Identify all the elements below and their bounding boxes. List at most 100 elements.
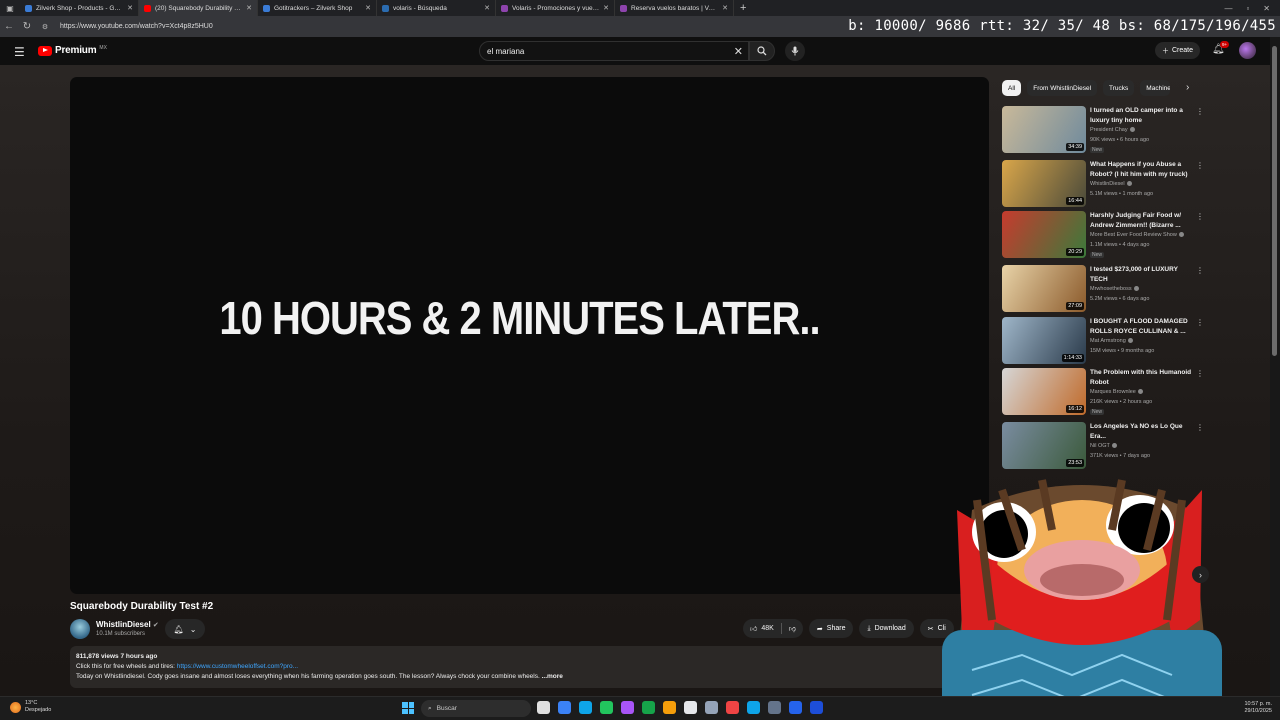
video-thumbnail[interactable]: 27:09	[1002, 265, 1086, 312]
video-frame-text: 10 HOURS & 2 MINUTES LATER..	[219, 293, 820, 344]
pinned-apps	[537, 701, 823, 714]
share-button[interactable]: ➦ Share	[808, 619, 854, 638]
more-options-icon[interactable]: ⋮	[1196, 107, 1204, 116]
pinned-app-icon[interactable]	[684, 701, 697, 714]
close-tab-icon[interactable]: ✕	[365, 4, 371, 12]
url-field[interactable]: https://www.youtube.com/watch?v=Xct4p8z5…	[60, 23, 213, 30]
more-options-icon[interactable]: ⋮	[1196, 369, 1204, 378]
close-tab-icon[interactable]: ✕	[722, 4, 728, 12]
create-button[interactable]: ＋ Create	[1155, 42, 1201, 59]
recommended-video[interactable]: 1:14:33 I BOUGHT A FLOOD DAMAGED ROLLS RO…	[1002, 317, 1204, 365]
pinned-app-icon[interactable]	[558, 701, 571, 714]
menu-icon[interactable]: ☰	[14, 45, 25, 59]
account-avatar[interactable]	[1239, 42, 1256, 59]
system-clock[interactable]: 10:57 p. m. 29/10/2025	[1244, 701, 1272, 715]
download-button[interactable]: ⤓ Download	[859, 619, 914, 638]
subscription-bell-button[interactable]: 🔔︎ ⌄	[165, 619, 205, 639]
pinned-app-icon[interactable]	[747, 701, 760, 714]
pinned-app-icon[interactable]	[789, 701, 802, 714]
more-options-icon[interactable]: ⋮	[1196, 423, 1204, 432]
clear-search-icon[interactable]: ✕	[734, 45, 743, 58]
recommended-video[interactable]: 34:39 I turned an OLD camper into a luxur…	[1002, 106, 1204, 154]
tab-favicon-icon	[382, 4, 389, 12]
minimize-icon[interactable]: —	[1224, 4, 1232, 13]
site-info-icon[interactable]: ⚙	[36, 23, 54, 31]
recommended-meta: 15M views • 9 months ago	[1090, 348, 1155, 354]
pinned-app-icon[interactable]	[768, 701, 781, 714]
video-thumbnail[interactable]: 23:53	[1002, 422, 1086, 469]
recommended-title[interactable]: What Happens if you Abuse a Robot? (I hi…	[1090, 160, 1196, 180]
recommended-title[interactable]: I BOUGHT A FLOOD DAMAGED ROLLS ROYCE CUL…	[1090, 317, 1196, 337]
more-options-icon[interactable]: ⋮	[1196, 266, 1204, 275]
tab-actions-icon[interactable]: ▣	[0, 4, 20, 13]
more-options-icon[interactable]: ⋮	[1196, 212, 1204, 221]
pinned-app-icon[interactable]	[726, 701, 739, 714]
browser-tab[interactable]: Reserva vuelos baratos | Volaris ✕	[615, 0, 734, 16]
video-thumbnail[interactable]: 16:44	[1002, 160, 1086, 207]
pinned-app-icon[interactable]	[705, 701, 718, 714]
close-tab-icon[interactable]: ✕	[246, 4, 252, 12]
scrollbar-thumb[interactable]	[1272, 46, 1277, 356]
channel-label: President Chay	[1090, 127, 1128, 133]
recommended-video[interactable]: 20:29 Harshly Judging Fair Food w/ Andrew…	[1002, 211, 1204, 259]
more-options-icon[interactable]: ⋮	[1196, 161, 1204, 170]
voice-search-button[interactable]	[785, 41, 805, 61]
channel-avatar[interactable]	[70, 619, 90, 639]
recommended-video[interactable]: 23:53 Los Angeles Ya NO es Lo Que Era... N…	[1002, 422, 1204, 470]
video-thumbnail[interactable]: 16:12	[1002, 368, 1086, 415]
browser-tab[interactable]: Gotitrackers – Zilverk Shop ✕	[258, 0, 377, 16]
video-description[interactable]: 811,878 views 7 hours ago Click this for…	[70, 646, 950, 688]
pinned-app-icon[interactable]	[537, 701, 550, 714]
filter-chip[interactable]: From WhistlinDiesel	[1027, 80, 1098, 96]
recommended-video[interactable]: 16:44 What Happens if you Abuse a Robot? …	[1002, 160, 1204, 208]
channel-name[interactable]: WhistlinDiesel ✔	[96, 620, 159, 629]
sponsor-link[interactable]: https://www.customwheeloffset.com?pro...	[177, 663, 298, 670]
filter-chip[interactable]: Trucks	[1103, 80, 1135, 96]
like-button[interactable]: 👍︎ 48K	[743, 624, 781, 633]
pinned-app-icon[interactable]	[810, 701, 823, 714]
recommended-title[interactable]: Los Angeles Ya NO es Lo Que Era...	[1090, 422, 1196, 442]
recommended-title[interactable]: I tested $273,000 of LUXURY TECH	[1090, 265, 1196, 285]
more-options-icon[interactable]: ⋮	[1196, 318, 1204, 327]
video-thumbnail[interactable]: 34:39	[1002, 106, 1086, 153]
maximize-icon[interactable]: ▫	[1246, 4, 1249, 13]
recommended-video[interactable]: 27:09 I tested $273,000 of LUXURY TECH Mrw…	[1002, 265, 1204, 313]
close-tab-icon[interactable]: ✕	[127, 4, 133, 12]
taskbar-search[interactable]: ⌕ Buscar	[421, 700, 531, 717]
youtube-premium-logo[interactable]: Premium MX	[38, 45, 107, 56]
tab-favicon-icon	[144, 4, 151, 12]
new-tab-button[interactable]: +	[734, 2, 752, 14]
browser-tab[interactable]: volaris - Búsqueda ✕	[377, 0, 496, 16]
subscriber-count: 10.1M subscribers	[96, 631, 146, 637]
video-thumbnail[interactable]: 1:14:33	[1002, 317, 1086, 364]
filter-chip[interactable]: All	[1002, 80, 1022, 96]
recommended-title[interactable]: The Problem with this Humanoid Robot	[1090, 368, 1196, 388]
weather-widget[interactable]: 13°C Despejado	[10, 700, 51, 714]
close-window-icon[interactable]: ✕	[1263, 4, 1270, 13]
dislike-button[interactable]: 👎︎	[782, 624, 803, 633]
reload-icon[interactable]: ↻	[18, 21, 36, 32]
pinned-app-icon[interactable]	[600, 701, 613, 714]
pinned-app-icon[interactable]	[621, 701, 634, 714]
carousel-next-button[interactable]: ›	[1192, 566, 1209, 583]
video-player[interactable]: 10 HOURS & 2 MINUTES LATER..	[70, 77, 989, 594]
browser-tab[interactable]: (20) Squarebody Durability Test ✕	[139, 0, 258, 16]
video-thumbnail[interactable]: 20:29	[1002, 211, 1086, 258]
start-button[interactable]	[402, 702, 414, 714]
pinned-app-icon[interactable]	[642, 701, 655, 714]
recommended-title[interactable]: Harshly Judging Fair Food w/ Andrew Zimm…	[1090, 211, 1196, 231]
close-tab-icon[interactable]: ✕	[603, 4, 609, 12]
pinned-app-icon[interactable]	[579, 701, 592, 714]
recommended-title[interactable]: I turned an OLD camper into a luxury tin…	[1090, 106, 1196, 126]
back-icon[interactable]: ←	[0, 21, 18, 32]
search-input[interactable]: el mariana ✕	[479, 41, 749, 61]
close-tab-icon[interactable]: ✕	[484, 4, 490, 12]
browser-tab[interactable]: Volaris - Promociones y vuelos m ✕	[496, 0, 615, 16]
pinned-app-icon[interactable]	[663, 701, 676, 714]
recommended-video[interactable]: 16:12 The Problem with this Humanoid Robo…	[1002, 368, 1204, 416]
filter-chip[interactable]: Machine	[1140, 80, 1171, 96]
search-button[interactable]	[749, 41, 775, 61]
show-more-link[interactable]: ...more	[542, 673, 563, 680]
chevron-right-icon[interactable]: ›	[1186, 82, 1189, 93]
browser-tab[interactable]: Zilverk Shop - Products - Gotitrackers ✕	[20, 0, 139, 16]
